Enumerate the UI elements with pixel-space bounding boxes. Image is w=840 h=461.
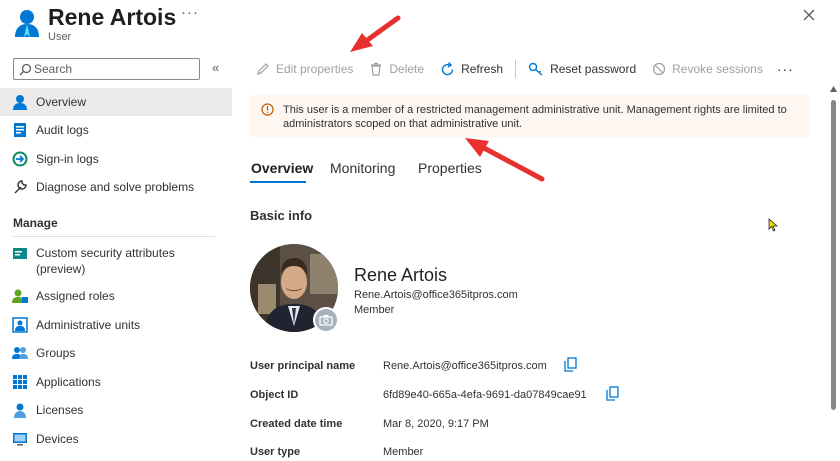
page-title: Rene Artois bbox=[48, 4, 177, 30]
property-value-object-id: 6fd89e40-665a-4efa-9691-da07849cae91 bbox=[383, 389, 587, 401]
sidebar-item-overview[interactable]: Overview bbox=[0, 88, 232, 116]
copy-icon[interactable] bbox=[564, 357, 577, 372]
sidebar-item-label: Audit logs bbox=[36, 123, 89, 137]
sidebar-item-applications[interactable]: Applications bbox=[0, 368, 232, 396]
camera-icon bbox=[319, 315, 333, 326]
tab-overview[interactable]: Overview bbox=[251, 160, 313, 176]
security-attributes-icon bbox=[13, 248, 27, 259]
property-value-user-type: Member bbox=[383, 446, 424, 458]
trash-icon bbox=[371, 62, 382, 76]
page-subtitle: User bbox=[48, 31, 72, 43]
sidebar-item-licenses[interactable]: Licenses bbox=[0, 396, 232, 424]
sidebar-item-label: Diagnose and solve problems bbox=[36, 180, 195, 194]
property-label-object-id: Object ID bbox=[250, 389, 299, 401]
refresh-button[interactable]: Refresh bbox=[432, 56, 511, 82]
property-value-upn: Rene.Artois@office365itpros.com bbox=[383, 360, 547, 372]
tab-monitoring[interactable]: Monitoring bbox=[330, 160, 395, 176]
banner-message: This user is a member of a restricted ma… bbox=[283, 104, 787, 130]
section-divider bbox=[13, 236, 215, 237]
more-commands-button[interactable]: ··· bbox=[771, 61, 800, 77]
sidebar-item-administrative-units[interactable]: Administrative units bbox=[0, 311, 232, 339]
mouse-cursor-icon bbox=[768, 218, 779, 232]
scrollbar[interactable] bbox=[826, 84, 840, 461]
revoke-sessions-button[interactable]: Revoke sessions bbox=[644, 56, 771, 82]
sidebar-item-label: Groups bbox=[36, 346, 76, 360]
sidebar-item-label: Administrative units bbox=[36, 318, 141, 332]
sidebar-item-groups[interactable]: Groups bbox=[0, 339, 232, 367]
blade-header: Rene Artois User ··· bbox=[0, 0, 840, 50]
pencil-icon bbox=[257, 63, 269, 75]
copy-icon[interactable] bbox=[606, 386, 619, 401]
sidebar-item-label: Overview bbox=[36, 95, 87, 109]
profile-email: Rene.Artois@office365itpros.com bbox=[354, 289, 518, 301]
sidebar-item-sign-in-logs[interactable]: Sign-in logs bbox=[0, 145, 232, 173]
groups-icon bbox=[12, 347, 28, 359]
toolbar-divider bbox=[515, 60, 517, 78]
block-icon bbox=[653, 62, 666, 76]
profile-user-type: Member bbox=[354, 304, 395, 316]
assigned-roles-icon bbox=[12, 289, 28, 303]
audit-log-icon bbox=[14, 123, 26, 137]
sidebar-item-devices[interactable]: Devices bbox=[0, 425, 232, 453]
change-photo-button[interactable] bbox=[313, 307, 339, 333]
property-label-created: Created date time bbox=[250, 418, 343, 430]
section-heading-manage: Manage bbox=[13, 216, 58, 230]
sidebar-item-assigned-roles[interactable]: Assigned roles bbox=[0, 282, 232, 310]
sidebar-item-label: Sign-in logs bbox=[36, 152, 99, 166]
property-label-upn: User principal name bbox=[250, 360, 356, 372]
sign-in-icon bbox=[12, 151, 28, 167]
scroll-up-arrow-icon[interactable] bbox=[830, 86, 837, 92]
sidebar-item-label: Custom security attributes (preview) bbox=[36, 246, 175, 276]
search-box[interactable] bbox=[13, 58, 200, 80]
licenses-icon bbox=[14, 403, 26, 418]
scrollbar-thumb[interactable] bbox=[831, 100, 836, 410]
sidebar-item-diagnose[interactable]: Diagnose and solve problems bbox=[0, 173, 232, 201]
key-icon bbox=[528, 62, 543, 76]
delete-button[interactable]: Delete bbox=[361, 56, 432, 82]
section-heading-basic-info: Basic info bbox=[250, 208, 313, 223]
sidebar-item-label: Assigned roles bbox=[36, 289, 115, 303]
more-options-button[interactable]: ··· bbox=[181, 4, 199, 21]
active-tab-indicator bbox=[250, 181, 306, 183]
reset-password-button[interactable]: Reset password bbox=[520, 56, 644, 82]
command-bar: Edit properties Delete Refresh Reset pas… bbox=[248, 56, 800, 82]
restricted-management-banner: This user is a member of a restricted ma… bbox=[250, 95, 809, 137]
devices-icon bbox=[13, 433, 27, 446]
sidebar-item-label: Applications bbox=[36, 375, 101, 389]
collapse-sidebar-button[interactable]: « bbox=[212, 60, 219, 75]
close-icon[interactable] bbox=[800, 6, 818, 24]
sidebar-item-label: Licenses bbox=[36, 403, 84, 417]
profile-display-name: Rene Artois bbox=[354, 265, 448, 285]
sidebar-item-custom-security-attributes[interactable]: Custom security attributes (preview) bbox=[0, 244, 232, 278]
user-icon bbox=[13, 95, 27, 110]
edit-properties-button[interactable]: Edit properties bbox=[248, 56, 361, 82]
search-input[interactable] bbox=[34, 60, 194, 78]
search-icon bbox=[19, 63, 32, 76]
sidebar-item-label: Devices bbox=[36, 432, 79, 446]
property-value-created: Mar 8, 2020, 9:17 PM bbox=[383, 418, 489, 430]
refresh-icon bbox=[441, 61, 454, 75]
user-icon bbox=[15, 10, 39, 37]
property-label-user-type: User type bbox=[250, 446, 301, 458]
info-icon bbox=[261, 103, 274, 116]
sidebar-item-audit-logs[interactable]: Audit logs bbox=[0, 116, 232, 144]
applications-icon bbox=[13, 375, 27, 389]
wrench-icon bbox=[14, 180, 27, 194]
admin-units-icon bbox=[12, 317, 28, 333]
tab-properties[interactable]: Properties bbox=[418, 160, 482, 176]
